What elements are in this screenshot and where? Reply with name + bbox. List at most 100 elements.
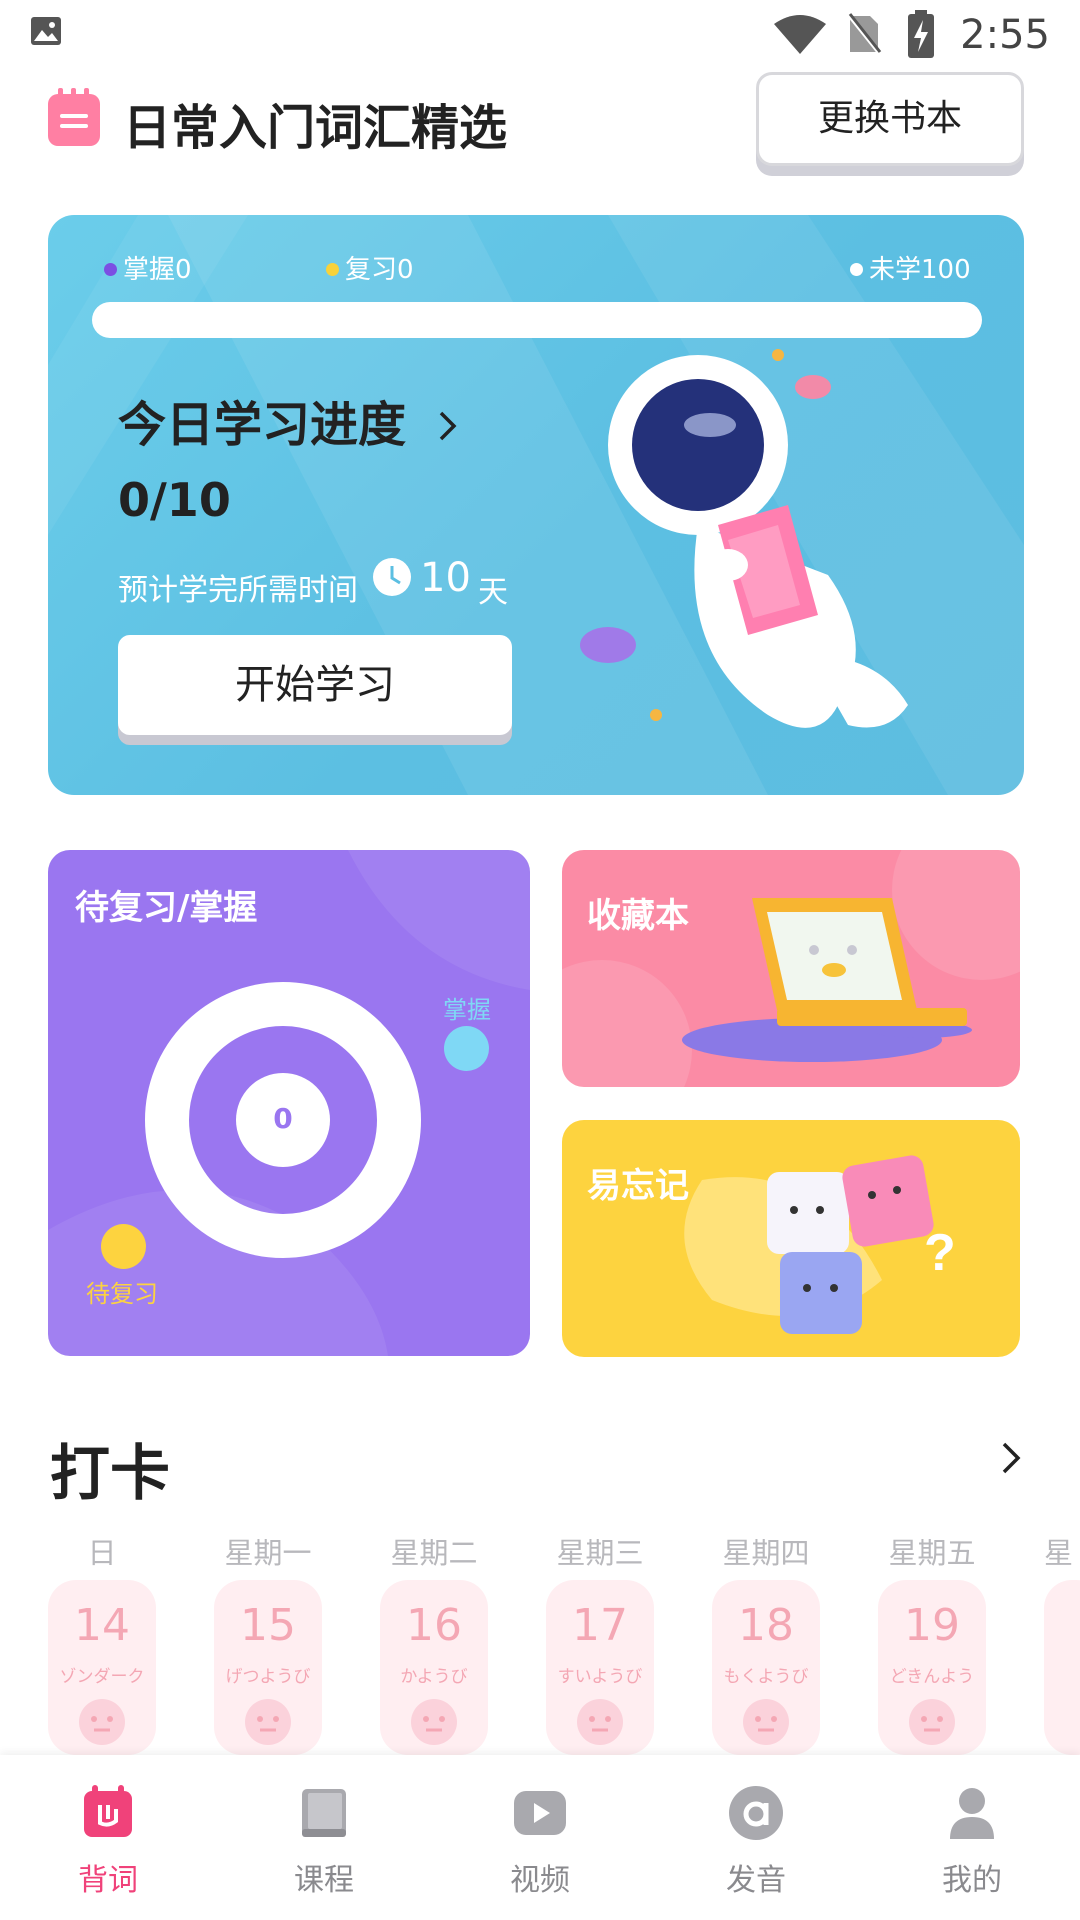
- wifi-icon: [774, 15, 826, 54]
- svg-text:?: ?: [924, 1224, 956, 1282]
- day-number: 14: [74, 1600, 130, 1651]
- nav-label: 背词: [78, 1863, 138, 1898]
- unlearned-dot: [850, 263, 863, 276]
- pending-marker-label: 待复习: [86, 1280, 158, 1308]
- checkin-day[interactable]: 星期一 15 げつようび: [214, 1530, 322, 1755]
- nav-label: 发音: [726, 1863, 786, 1898]
- day-kana: ゾンダーク: [59, 1667, 145, 1687]
- today-progress-title: 今日学习进度: [118, 397, 407, 453]
- day-name: 星期一: [224, 1536, 312, 1570]
- legend-mastered: 掌握0: [104, 249, 192, 286]
- pending-marker-dot: [101, 1224, 146, 1269]
- review-mastered-card[interactable]: 待复习/掌握 0 掌握 待复习: [48, 850, 530, 1356]
- change-book-button[interactable]: 更换书本: [756, 72, 1024, 166]
- day-name: 星期四: [722, 1536, 810, 1570]
- status-time: 2:55: [960, 12, 1050, 58]
- checkin-day[interactable]: 星期四 18 もくようび: [712, 1530, 820, 1755]
- day-pill: 17 すいようび: [546, 1580, 654, 1755]
- checkin-day[interactable]: 日 14 ゾンダーク: [48, 1530, 156, 1755]
- favorites-title: 收藏本: [587, 896, 689, 936]
- today-count: 0/10: [118, 473, 231, 527]
- neutral-face-icon: [743, 1699, 789, 1745]
- person-icon: [950, 1788, 994, 1839]
- day-number: 18: [738, 1600, 794, 1651]
- checkin-day-partial[interactable]: 星: [1044, 1530, 1080, 1760]
- no-sim-icon: [846, 12, 882, 56]
- eta-days: 10: [420, 555, 471, 601]
- today-progress-link[interactable]: 今日学习进度: [118, 385, 459, 455]
- day-name: 星: [1044, 1536, 1074, 1570]
- day-pill: 18 もくようび: [712, 1580, 820, 1755]
- nav-label: 课程: [294, 1863, 354, 1898]
- day-kana: かようび: [400, 1667, 468, 1687]
- day-kana: げつようび: [225, 1667, 311, 1687]
- forgettable-title: 易忘记: [587, 1166, 689, 1206]
- nav-item-words[interactable]: 背词: [0, 1755, 216, 1920]
- day-number: 19: [904, 1600, 960, 1651]
- nav-item-profile[interactable]: 我的: [864, 1755, 1080, 1920]
- checkin-chevron-right-icon[interactable]: [1000, 1440, 1022, 1476]
- day-number: 17: [572, 1600, 628, 1651]
- day-pill: [1044, 1580, 1080, 1755]
- play-icon: [514, 1791, 566, 1835]
- day-kana: すいようび: [557, 1667, 643, 1687]
- battery-charging-icon: [908, 10, 934, 58]
- neutral-face-icon: [245, 1699, 291, 1745]
- neutral-face-icon: [909, 1699, 955, 1745]
- eta-unit: 天: [478, 575, 508, 610]
- checkin-day[interactable]: 星期二 16 かようび: [380, 1530, 488, 1755]
- at-sign-icon: [729, 1786, 783, 1840]
- day-pill: 16 かようび: [380, 1580, 488, 1755]
- day-pill: 19 どきんよう: [878, 1580, 986, 1755]
- day-name: 星期三: [556, 1536, 644, 1570]
- bottom-nav: 背词 课程 视频 发音 我的: [0, 1755, 1080, 1920]
- neutral-face-icon: [79, 1699, 125, 1745]
- mastered-marker-dot: [444, 1026, 489, 1071]
- mastered-label: 掌握0: [123, 255, 192, 285]
- image-notification-icon: [31, 17, 61, 45]
- review-center-value: 0: [273, 1102, 293, 1135]
- laptop-illustration: [562, 850, 1020, 1087]
- mastered-marker-label: 掌握: [443, 996, 491, 1024]
- day-name: 日: [87, 1536, 117, 1570]
- chevron-right-icon: [439, 411, 457, 441]
- eta-label: 预计学完所需时间: [118, 573, 358, 608]
- book-icon: [302, 1789, 346, 1837]
- unlearned-label: 未学100: [869, 255, 971, 285]
- review-card-title: 待复习/掌握: [75, 888, 258, 928]
- book-title: 日常入门词汇精选: [123, 100, 508, 156]
- checkin-day[interactable]: 星期三 17 すいようび: [546, 1530, 654, 1755]
- astronaut-illustration: [580, 349, 908, 728]
- day-kana: どきんよう: [889, 1667, 975, 1687]
- forgettable-card[interactable]: ? 易忘记: [562, 1120, 1020, 1357]
- nav-label: 我的: [942, 1863, 1002, 1898]
- neutral-face-icon: [411, 1699, 457, 1745]
- nav-item-videos[interactable]: 视频: [432, 1755, 648, 1920]
- study-progress-card: 掌握0 复习0 未学100 今日学习进度 0/10 预计学完所需时间 10 天 …: [48, 215, 1024, 795]
- status-bar: 2:55: [0, 0, 1080, 75]
- review-label: 复习0: [345, 255, 414, 285]
- day-name: 星期二: [390, 1536, 478, 1570]
- favorites-card[interactable]: 收藏本: [562, 850, 1020, 1087]
- day-pill: 15 げつようび: [214, 1580, 322, 1755]
- legend-unlearned: 未学100: [850, 249, 971, 286]
- notebook-icon: [48, 88, 100, 146]
- day-kana: もくようび: [723, 1667, 809, 1687]
- review-dot: [326, 263, 339, 276]
- day-number: 16: [406, 1600, 462, 1651]
- start-study-button[interactable]: 开始学习: [118, 635, 512, 735]
- legend-review: 复习0: [326, 249, 414, 286]
- neutral-face-icon: [577, 1699, 623, 1745]
- nav-item-courses[interactable]: 课程: [216, 1755, 432, 1920]
- checkin-title: 打卡: [50, 1439, 170, 1509]
- day-number: 15: [240, 1600, 296, 1651]
- nav-label: 视频: [510, 1863, 570, 1898]
- word-card-icon: [84, 1785, 132, 1837]
- checkin-day[interactable]: 星期五 19 どきんよう: [878, 1530, 986, 1755]
- day-name: 星期五: [888, 1536, 976, 1570]
- puzzle-illustration: ?: [684, 1155, 956, 1334]
- day-pill: 14 ゾンダーク: [48, 1580, 156, 1755]
- nav-item-pronunciation[interactable]: 发音: [648, 1755, 864, 1920]
- mastered-dot: [104, 263, 117, 276]
- clock-icon: [373, 558, 411, 596]
